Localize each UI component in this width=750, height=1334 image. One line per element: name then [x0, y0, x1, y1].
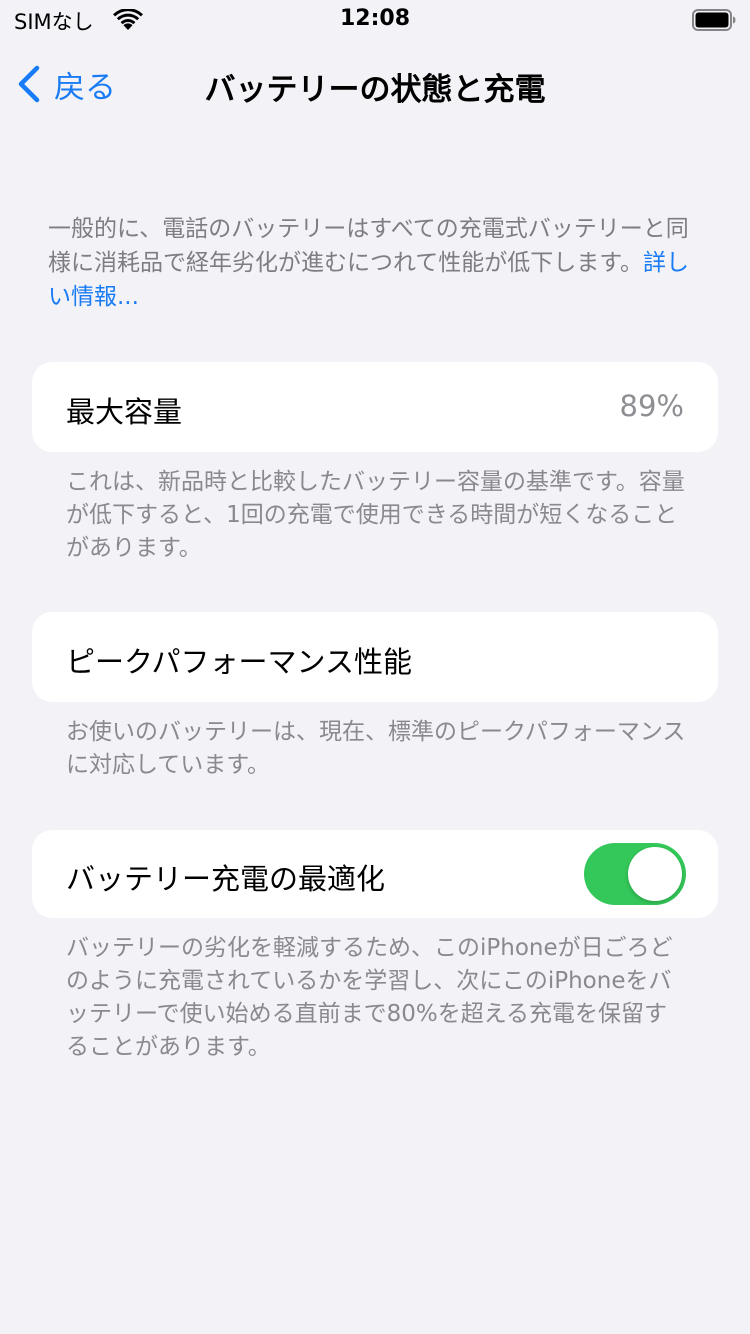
peak-performance-label: ピークパフォーマンス性能 — [66, 645, 412, 679]
peak-performance-card: ピークパフォーマンス性能 — [32, 612, 718, 702]
page-title: バッテリーの状態と充電 — [204, 72, 546, 108]
optimized-charging-footer: バッテリーの劣化を軽減するため、このiPhoneが日ごろどのように充電されている… — [66, 935, 673, 1060]
peak-performance-footer: お使いのバッテリーは、現在、標準のピークパフォーマンスに対応しています。 — [66, 719, 686, 778]
intro-text: 一般的に、電話のバッテリーはすべての充電式バッテリーと同様に消耗品で経年劣化が進… — [48, 212, 708, 314]
optimized-charging-label: バッテリー充電の最適化 — [66, 862, 386, 896]
toggle-knob — [628, 847, 682, 901]
optimized-charging-toggle[interactable] — [584, 843, 686, 905]
navigation-bar: 戻る バッテリーの状態と充電 — [0, 56, 750, 112]
max-capacity-footer: これは、新品時と比較したバッテリー容量の基準です。容量が低下すると、1回の充電で… — [66, 469, 685, 561]
status-time: 12:08 — [339, 6, 411, 31]
intro-body: 一般的に、電話のバッテリーはすべての充電式バッテリーと同様に消耗品で経年劣化が進… — [48, 216, 689, 276]
optimized-charging-card: バッテリー充電の最適化 — [32, 830, 718, 918]
battery-icon — [692, 9, 736, 31]
max-capacity-card: 最大容量 89% — [32, 362, 718, 452]
max-capacity-value: 89% — [619, 389, 684, 423]
status-bar: SIMなし 12:08 — [0, 0, 750, 40]
max-capacity-label: 最大容量 — [66, 395, 183, 429]
